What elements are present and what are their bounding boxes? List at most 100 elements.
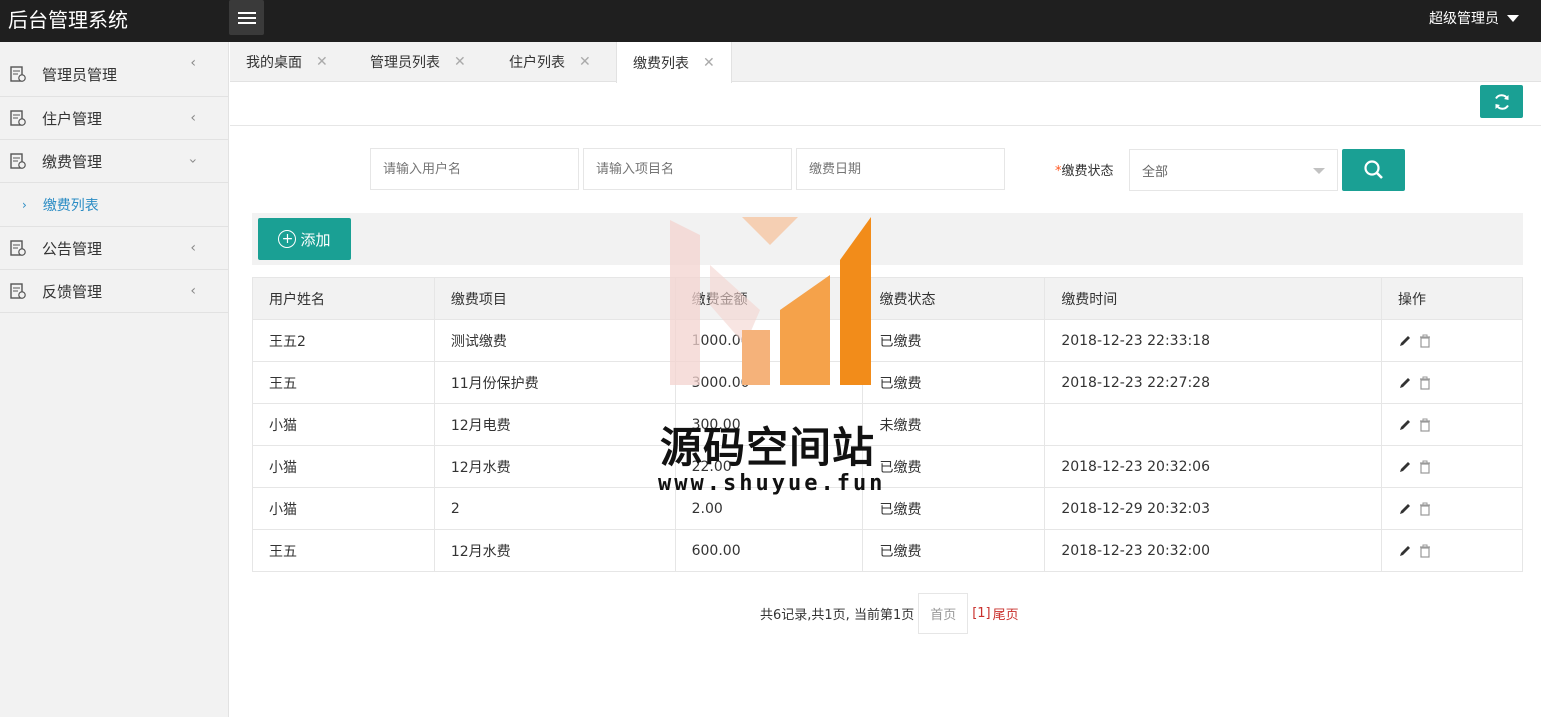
refresh-button[interactable]	[1480, 85, 1523, 118]
username-input[interactable]	[383, 161, 578, 177]
cell-time: 2018-12-23 22:33:18	[1044, 319, 1383, 362]
top-header: 后台管理系统 超级管理员	[0, 0, 1541, 42]
payment-table: 用户姓名 缴费项目 缴费金额 缴费状态 缴费时间 操作 王五2 测试缴费 100…	[252, 277, 1523, 572]
edit-icon[interactable]	[1398, 418, 1412, 432]
user-menu[interactable]: 超级管理员	[1429, 8, 1519, 28]
date-input[interactable]	[809, 161, 1004, 177]
refresh-icon	[1494, 93, 1509, 110]
trash-icon[interactable]	[1418, 334, 1432, 348]
cell-time	[1044, 403, 1383, 446]
cell-user-name: 小猫	[252, 403, 435, 446]
chevron-right-icon: ›	[22, 197, 27, 212]
cell-project: 12月电费	[433, 403, 676, 446]
sidebar-item-notice-management[interactable]: 公告管理 ‹	[0, 227, 228, 270]
cell-time: 2018-12-23 20:32:06	[1044, 445, 1383, 488]
sidebar-item-payment-list[interactable]: › 缴费列表	[0, 183, 228, 227]
table-row: 小猫 12月电费 300.00 未缴费	[252, 403, 1523, 446]
sidebar-item-label: 住户管理	[42, 109, 103, 128]
column-header: 操作	[1381, 277, 1523, 320]
sidebar-item-payment-management[interactable]: 缴费管理 ‹	[0, 140, 228, 183]
close-icon[interactable]: ✕	[579, 54, 591, 70]
cell-operations	[1381, 487, 1523, 530]
tab-admin-list[interactable]: 管理员列表 ✕	[370, 42, 466, 82]
cell-operations	[1381, 445, 1523, 488]
user-name: 超级管理员	[1429, 11, 1499, 27]
cell-amount: 1000.00	[674, 319, 864, 362]
date-search-input[interactable]	[796, 148, 1005, 190]
sidebar-item-admin-management[interactable]: 管理员管理 ‹	[0, 42, 228, 97]
chevron-down-icon: ‹	[185, 158, 202, 164]
table-row: 王五 12月水费 600.00 已缴费 2018-12-23 20:32:00	[252, 529, 1523, 572]
close-icon[interactable]: ✕	[454, 54, 466, 70]
pager-summary: 共6记录,共1页, 当前第1页	[760, 608, 915, 623]
chevron-left-icon: ‹	[190, 283, 196, 299]
sidebar-item-label: 管理员管理	[42, 65, 118, 84]
tab-label: 管理员列表	[370, 55, 440, 71]
menu-toggle-button[interactable]	[229, 0, 264, 35]
table-row: 小猫 12月水费 22.00 已缴费 2018-12-23 20:32:06	[252, 445, 1523, 488]
edit-icon[interactable]	[1398, 544, 1412, 558]
sidebar-item-resident-management[interactable]: 住户管理 ‹	[0, 97, 228, 140]
sidebar-item-label: 公告管理	[42, 239, 103, 258]
close-icon[interactable]: ✕	[703, 55, 715, 71]
app-title: 后台管理系统	[8, 8, 128, 32]
column-header: 缴费项目	[433, 277, 676, 320]
sidebar-item-feedback-management[interactable]: 反馈管理 ‹	[0, 270, 228, 313]
edit-icon[interactable]	[1398, 334, 1412, 348]
cell-time: 2018-12-23 22:27:28	[1044, 361, 1383, 404]
cell-amount: 3000.00	[674, 361, 864, 404]
edit-icon[interactable]	[1398, 460, 1412, 474]
cell-project: 2	[433, 487, 676, 530]
close-icon[interactable]: ✕	[316, 54, 328, 70]
sidebar-item-label: 缴费管理	[42, 152, 103, 171]
cell-status: 已缴费	[862, 445, 1046, 488]
edit-icon[interactable]	[1398, 502, 1412, 516]
content-toolbar	[230, 82, 1541, 126]
cell-operations	[1381, 529, 1523, 572]
cell-time: 2018-12-23 20:32:00	[1044, 529, 1383, 572]
cell-project: 12月水费	[433, 445, 676, 488]
trash-icon[interactable]	[1418, 502, 1432, 516]
trash-icon[interactable]	[1418, 418, 1432, 432]
tab-resident-list[interactable]: 住户列表 ✕	[509, 42, 591, 82]
cell-user-name: 王五	[252, 529, 435, 572]
pager-last-button[interactable]: 尾页	[993, 604, 1019, 623]
menu-icon	[237, 9, 256, 27]
search-button[interactable]	[1342, 149, 1405, 191]
dropdown-arrow-icon	[1313, 168, 1325, 174]
tab-desktop[interactable]: 我的桌面 ✕	[246, 42, 328, 82]
status-select-value: 全部	[1142, 164, 1169, 180]
project-search-input[interactable]	[583, 148, 792, 190]
pager-first-button[interactable]: 首页	[918, 593, 969, 634]
trash-icon[interactable]	[1418, 376, 1432, 390]
action-bar: + 添加	[252, 213, 1523, 265]
table-row: 小猫 2 2.00 已缴费 2018-12-29 20:32:03	[252, 487, 1523, 530]
trash-icon[interactable]	[1418, 460, 1432, 474]
cell-project: 12月水费	[433, 529, 676, 572]
column-header: 缴费状态	[862, 277, 1046, 320]
table-row: 王五2 测试缴费 1000.00 已缴费 2018-12-23 22:33:18	[252, 319, 1523, 362]
search-icon	[1363, 160, 1383, 179]
cell-user-name: 王五	[252, 361, 435, 404]
add-circle-icon: +	[278, 230, 297, 248]
pagination: 共6记录,共1页, 当前第1页 首页 [1] 尾页	[760, 593, 1019, 634]
document-icon	[10, 66, 26, 82]
sidebar: 管理员管理 ‹ 住户管理 ‹ 缴费管理 ‹ › 缴费列表 公告管理 ‹ 反馈管理…	[0, 42, 229, 717]
cell-amount: 600.00	[674, 529, 864, 572]
edit-icon[interactable]	[1398, 376, 1412, 390]
sidebar-item-label: 反馈管理	[42, 282, 103, 301]
pager-current-page[interactable]: [1]	[972, 606, 990, 621]
status-select[interactable]: 全部	[1129, 149, 1338, 191]
sidebar-subitem-label: 缴费列表	[42, 197, 99, 214]
chevron-left-icon: ‹	[190, 55, 196, 71]
cell-operations	[1381, 403, 1523, 446]
document-icon	[10, 283, 26, 299]
username-search-input[interactable]	[370, 148, 579, 190]
project-input[interactable]	[596, 161, 791, 177]
add-button[interactable]: + 添加	[258, 218, 351, 260]
trash-icon[interactable]	[1418, 544, 1432, 558]
tab-bar: 我的桌面 ✕ 管理员列表 ✕ 住户列表 ✕ 缴费列表 ✕	[230, 42, 1541, 83]
cell-project: 11月份保护费	[433, 361, 676, 404]
tab-payment-list[interactable]: 缴费列表 ✕	[616, 42, 732, 83]
cell-user-name: 小猫	[252, 445, 435, 488]
